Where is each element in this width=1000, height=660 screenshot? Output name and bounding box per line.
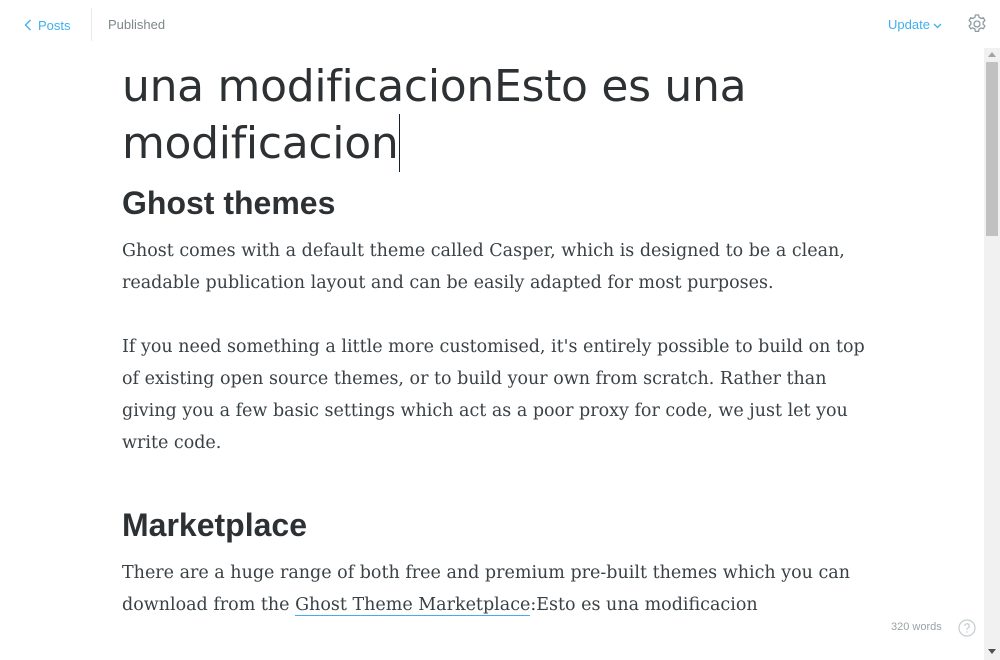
word-count: 320 words bbox=[891, 621, 942, 633]
update-label: Update bbox=[888, 17, 930, 32]
title-line-2: modificacion bbox=[122, 114, 882, 172]
update-button[interactable]: Update bbox=[888, 17, 942, 32]
header-divider bbox=[91, 8, 92, 41]
title-clipped-line bbox=[122, 48, 882, 60]
paragraph-text: :Esto es una modificacion bbox=[530, 595, 758, 615]
gear-icon bbox=[966, 14, 988, 39]
back-label: Posts bbox=[38, 17, 71, 33]
help-button[interactable] bbox=[958, 619, 976, 637]
post-status: Published bbox=[108, 17, 166, 32]
question-circle-icon bbox=[958, 619, 976, 641]
post-editor[interactable]: una modificacionEsto es una modificacion… bbox=[0, 48, 984, 660]
settings-button[interactable] bbox=[966, 13, 988, 35]
section-heading: Ghost themes bbox=[122, 185, 336, 221]
vertical-scrollbar[interactable] bbox=[984, 48, 1000, 660]
back-to-posts-link[interactable]: Posts bbox=[24, 16, 71, 34]
paragraph: If you need something a little more cust… bbox=[122, 337, 865, 453]
paragraph: There are a huge range of both free and … bbox=[122, 557, 867, 621]
title-line-2-text: modificacion bbox=[122, 118, 399, 169]
editor-header: Posts Published Update bbox=[0, 0, 1000, 48]
chevron-left-icon bbox=[24, 19, 32, 31]
scroll-down-arrow[interactable] bbox=[988, 649, 996, 654]
text-cursor bbox=[399, 114, 401, 172]
marketplace-link[interactable]: Ghost Theme Marketplace bbox=[295, 595, 531, 616]
title-line-1: una modificacionEsto es una bbox=[122, 61, 747, 112]
chevron-down-icon bbox=[933, 17, 942, 32]
scroll-up-arrow[interactable] bbox=[988, 52, 996, 57]
section-heading: Marketplace bbox=[122, 507, 307, 543]
paragraph: Ghost comes with a default theme called … bbox=[122, 241, 845, 293]
scrollbar-thumb[interactable] bbox=[986, 62, 998, 236]
post-title[interactable]: una modificacionEsto es una modificacion bbox=[122, 48, 882, 172]
